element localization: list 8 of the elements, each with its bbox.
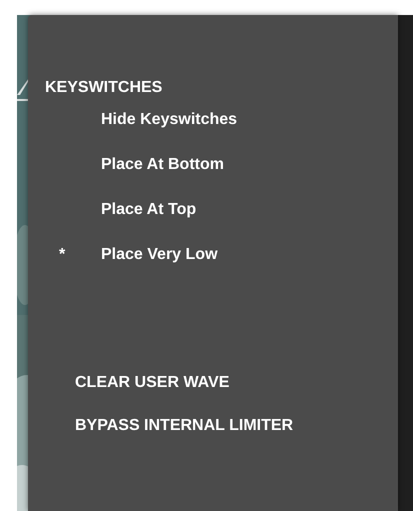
selected-marker: *	[59, 245, 66, 265]
menu-item[interactable]: Place Very Low	[101, 245, 218, 265]
menu-heading: KEYSWITCHES	[45, 78, 162, 98]
menu-item[interactable]: BYPASS INTERNAL LIMITER	[75, 416, 294, 436]
menu-item[interactable]: Place At Top	[101, 200, 196, 220]
menu-item[interactable]: CLEAR USER WAVE	[75, 373, 230, 393]
menu-item[interactable]: Hide Keyswitches	[101, 110, 238, 130]
menu-item[interactable]: Place At Bottom	[101, 155, 224, 175]
